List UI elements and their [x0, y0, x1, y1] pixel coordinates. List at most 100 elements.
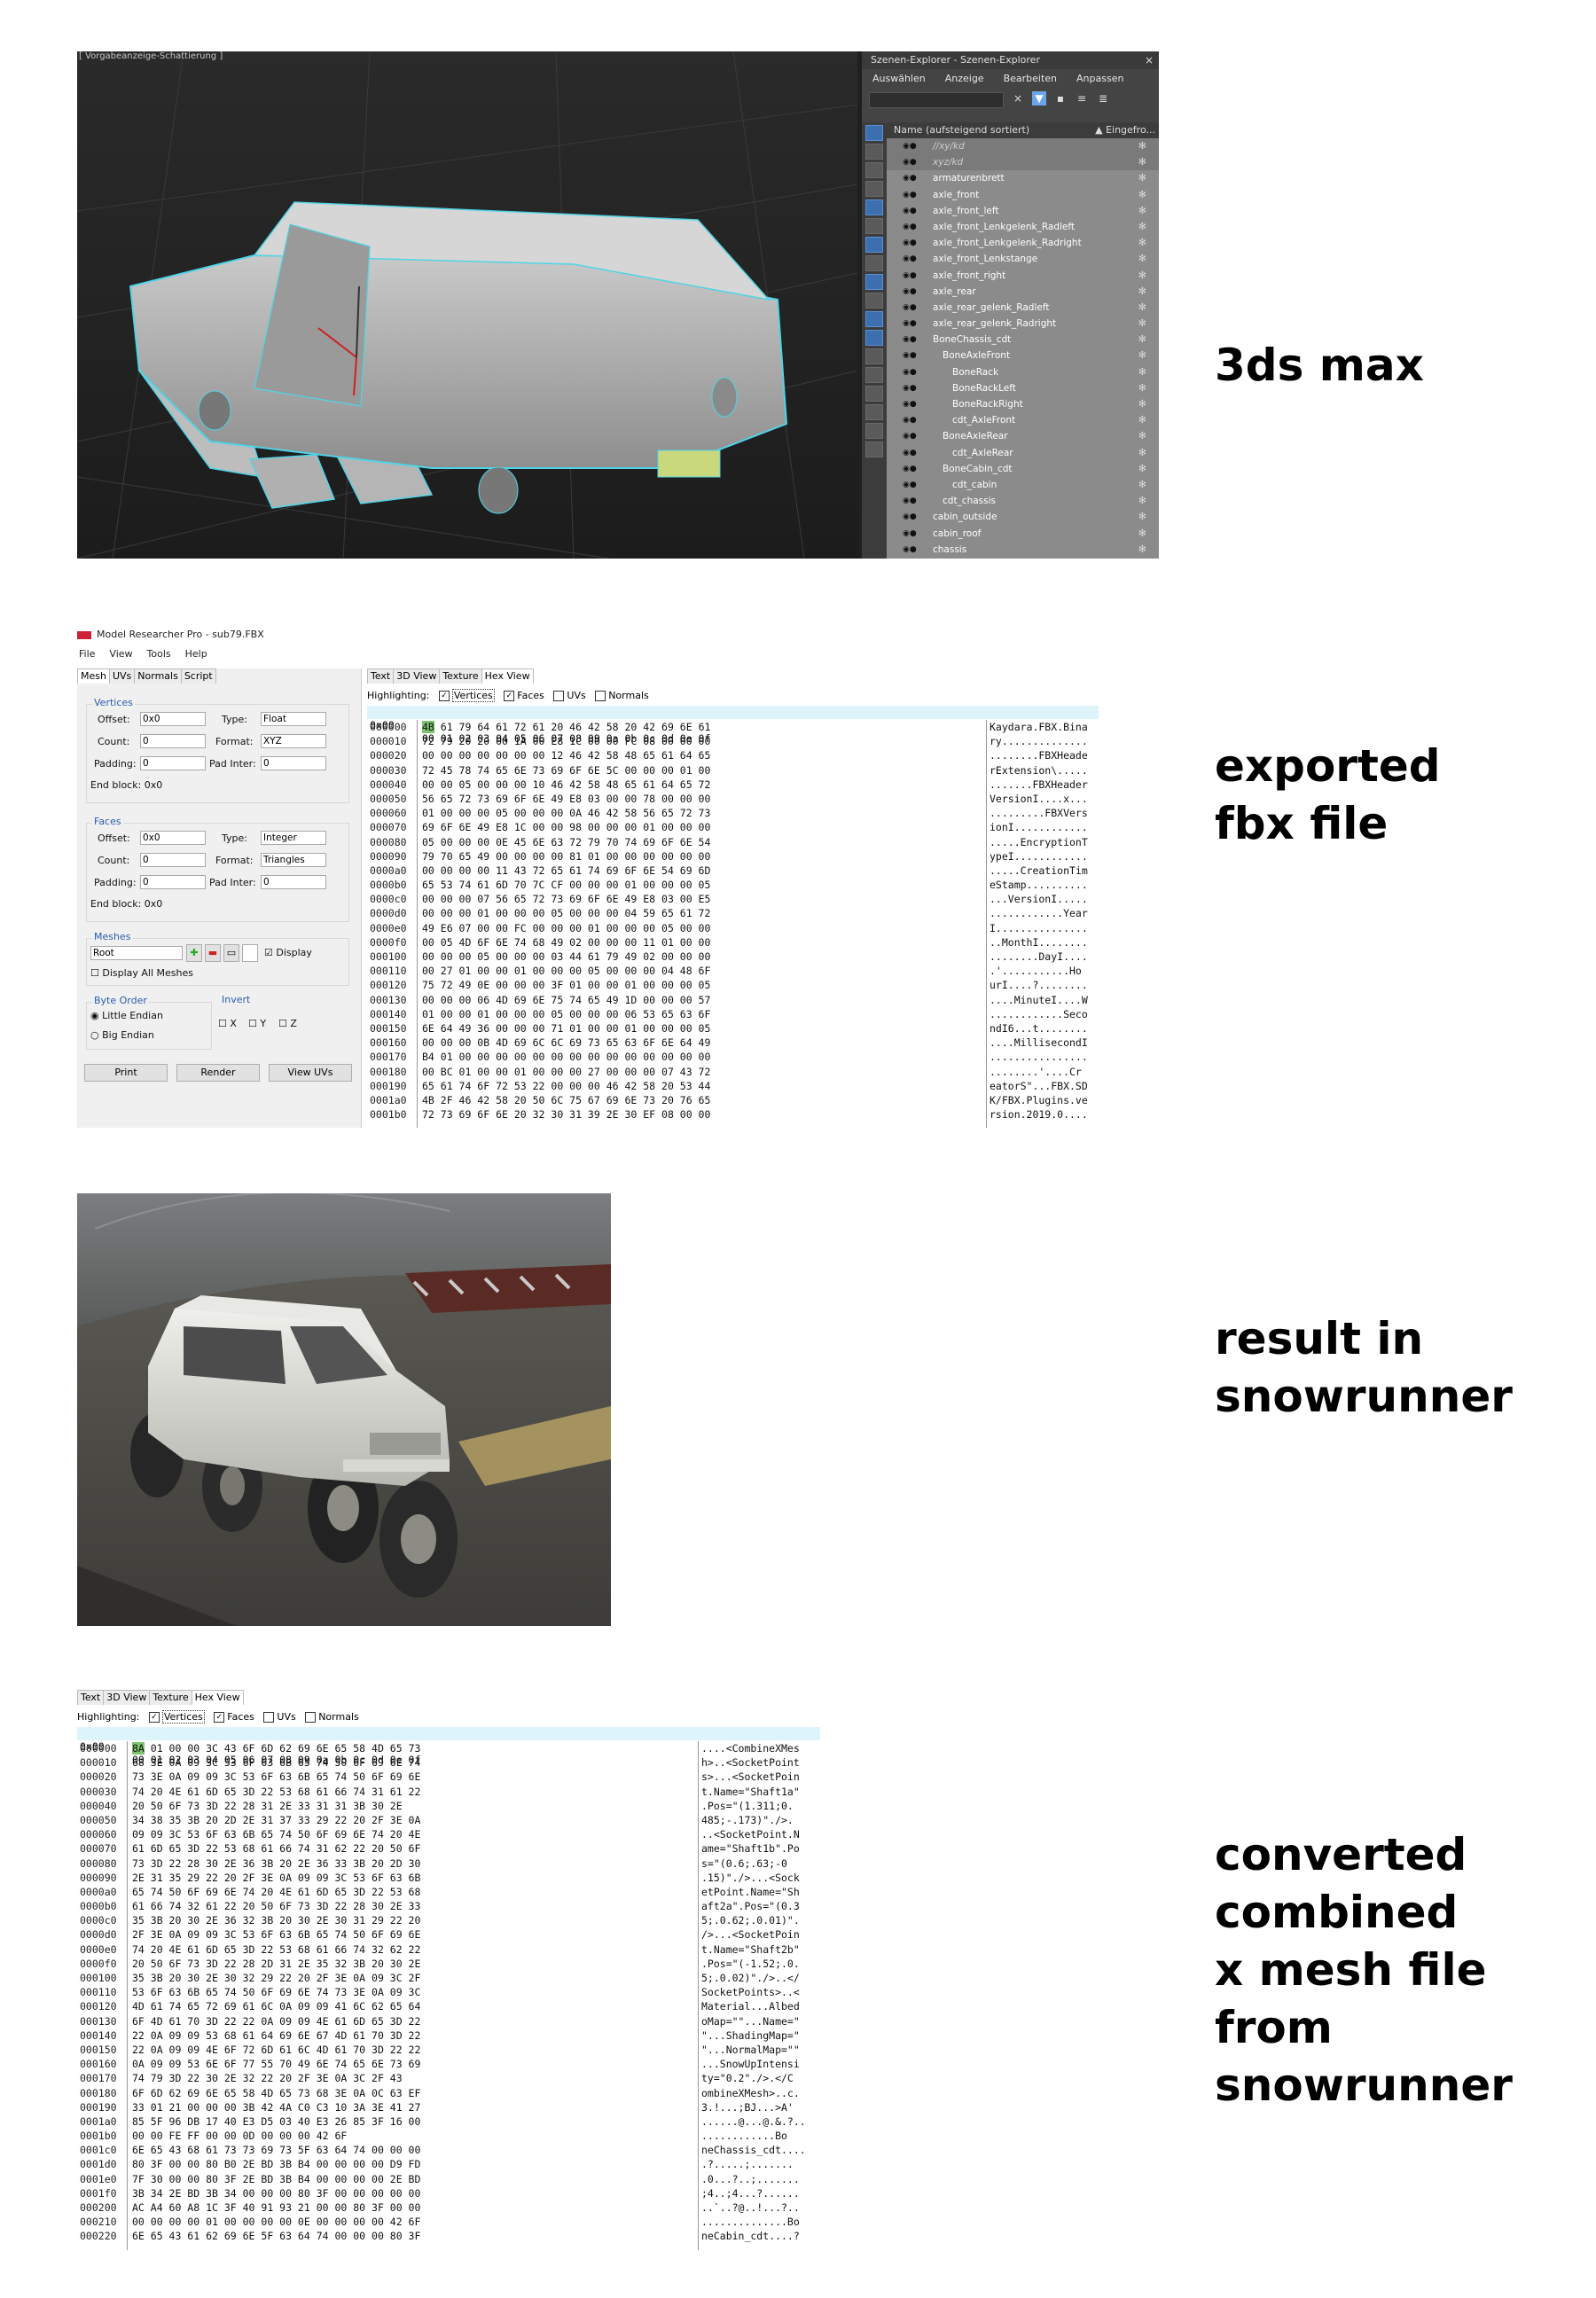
hex-ascii[interactable]: urI....?........ — [990, 978, 1088, 992]
hex-ascii[interactable]: SocketPoints>..< — [701, 1985, 800, 1999]
invert-filter-icon[interactable] — [865, 386, 883, 402]
hex-ascii[interactable]: 5;.0.62;.0.01)". — [701, 1913, 800, 1927]
scene-object-row[interactable]: ◉● axle_rear_gelenk_Radright ✻ — [887, 316, 1159, 332]
hex-bytes[interactable]: 73 3D 22 28 30 2E 36 3B 20 2E 36 33 3B 2… — [132, 1856, 420, 1871]
invert-y-checkbox[interactable]: ☐ Y — [248, 1018, 266, 1029]
menu-tools[interactable]: Tools — [147, 647, 171, 661]
edit-mesh-icon[interactable]: ▭ — [223, 944, 239, 962]
faces-offset-input[interactable]: 0x0 — [140, 831, 206, 845]
menu-bearbeiten[interactable]: Bearbeiten — [1004, 69, 1057, 89]
hex-bytes[interactable]: 00 BC 01 00 00 01 00 00 00 27 00 00 00 0… — [422, 1065, 710, 1079]
freeze-icon[interactable]: ✻ — [1138, 284, 1146, 300]
hex-ascii[interactable]: oMap=""...Name=" — [701, 2014, 800, 2028]
filter-icon[interactable]: ▼ — [1032, 91, 1046, 106]
freeze-icon[interactable]: ✻ — [1138, 428, 1146, 444]
hex-ascii[interactable]: ..............Bo — [701, 2215, 800, 2229]
clear-search-icon[interactable]: × — [1011, 91, 1025, 106]
freeze-icon[interactable]: ✻ — [1138, 348, 1146, 363]
hex-ascii[interactable]: .?.....;....... — [701, 2157, 794, 2171]
hex-ascii[interactable]: I............... — [990, 921, 1088, 935]
hex-ascii[interactable]: .0...?..;....... — [701, 2172, 800, 2186]
hex-bytes[interactable]: 09 09 3C 53 6F 63 6B 65 74 50 6F 69 6E 7… — [132, 1827, 420, 1841]
hex-bytes[interactable]: 01 00 00 01 00 00 00 05 00 00 00 06 53 6… — [422, 1007, 710, 1021]
scene-object-row[interactable]: ◉● BoneRack ✻ — [887, 364, 1159, 380]
hex-bytes[interactable]: 00 00 00 07 56 65 72 73 69 6F 6E 49 E8 0… — [422, 892, 710, 906]
hex-ascii[interactable]: s>...<SocketPoin — [701, 1770, 800, 1784]
hex-bytes[interactable]: 61 66 74 32 61 22 20 50 6F 73 3D 22 28 3… — [132, 1899, 420, 1913]
hex-bytes[interactable]: 20 50 6F 73 3D 22 28 31 2E 33 31 31 3B 3… — [132, 1799, 403, 1813]
scene-object-row[interactable]: ◉● cdt_cabin ✻ — [887, 477, 1159, 493]
hex-ascii[interactable]: ............Bo — [701, 2129, 787, 2143]
visibility-icon[interactable]: ◉● — [903, 251, 917, 267]
hex-ascii[interactable]: .........FBXVers — [990, 806, 1088, 820]
scene-object-row[interactable]: ◉● axle_front_Lenkgelenk_Radleft ✻ — [887, 219, 1159, 235]
freeze-icon[interactable]: ✻ — [1138, 251, 1146, 267]
visibility-icon[interactable]: ◉● — [903, 542, 917, 558]
scene-object-row[interactable]: ◉● BoneRackLeft ✻ — [887, 380, 1159, 396]
hex-bytes[interactable]: 61 6D 65 3D 22 53 68 61 66 74 31 62 22 2… — [132, 1841, 420, 1856]
camera-filter-icon[interactable] — [865, 181, 883, 197]
hex-bytes[interactable]: 73 3E 0A 09 09 3C 53 6F 63 6B 65 74 50 6… — [132, 1770, 420, 1784]
freeze-icon[interactable]: ✻ — [1138, 187, 1146, 203]
freeze-icon[interactable]: ✻ — [1138, 316, 1146, 332]
hex-ascii[interactable]: "...NormalMap="" — [701, 2043, 800, 2057]
freeze-icon[interactable]: ✻ — [1138, 493, 1146, 509]
hex-ascii[interactable]: .Pos="(-1.52;.0. — [701, 1957, 800, 1971]
faces-padding-input[interactable]: 0 — [140, 875, 206, 889]
freeze-icon[interactable]: ✻ — [1138, 477, 1146, 493]
visibility-icon[interactable]: ◉● — [903, 284, 917, 300]
spacewarp-filter-icon[interactable] — [865, 218, 883, 234]
vertices-checkbox[interactable]: ✓ — [438, 691, 450, 701]
hex-bytes[interactable]: 49 E6 07 00 00 FC 00 00 00 01 00 00 00 0… — [422, 921, 710, 935]
hierarchy-icon[interactable]: ≡ — [1075, 91, 1089, 106]
viewport-label[interactable]: [ Vorgabeanzeige-Schattierung ] — [79, 51, 223, 61]
visibility-icon[interactable]: ◉● — [903, 428, 917, 444]
faces-format-select[interactable]: Triangles — [261, 853, 326, 867]
color-swatch[interactable] — [242, 944, 258, 962]
hex-ascii[interactable]: s="(0.6;.63;-0 — [701, 1856, 787, 1871]
visibility-icon[interactable]: ◉● — [903, 219, 917, 235]
group-filter-icon[interactable] — [865, 237, 883, 253]
hex-bytes[interactable]: 00 27 01 00 00 01 00 00 00 05 00 00 00 0… — [422, 964, 710, 978]
scene-object-row[interactable]: ◉● axle_rear_gelenk_Radleft ✻ — [887, 300, 1159, 316]
tab-3d-view[interactable]: 3D View — [393, 668, 441, 684]
scene-object-row[interactable]: ◉● BoneChassis_cdt ✻ — [887, 332, 1159, 348]
hex-bytes[interactable]: 7F 30 00 00 80 3F 2E BD 3B B4 00 00 00 0… — [132, 2172, 420, 2186]
hex-bytes[interactable]: 80 3F 00 00 80 B0 2E BD 3B B4 00 00 00 0… — [132, 2157, 420, 2171]
hex-ascii[interactable]: .....EncryptionT — [990, 835, 1088, 849]
normals-checkbox[interactable] — [305, 1712, 317, 1723]
scene-object-row[interactable]: ◉● cdt_AxleFront ✻ — [887, 412, 1159, 428]
scene-object-row[interactable]: ◉● axle_rear ✻ — [887, 284, 1159, 300]
vertices-offset-input[interactable]: 0x0 — [140, 712, 206, 726]
hidden-filter-icon[interactable] — [865, 330, 883, 346]
selected-byte[interactable]: 4B — [422, 721, 434, 733]
hex-bytes[interactable]: 22 0A 09 09 4E 6F 72 6D 61 6C 4D 61 70 3… — [132, 2043, 420, 2057]
uvs-checkbox[interactable] — [263, 1712, 275, 1723]
hex-bytes[interactable]: 00 05 4D 6F 6E 74 68 49 02 00 00 00 11 0… — [422, 935, 710, 950]
vertices-padinter-input[interactable]: 0 — [261, 756, 326, 770]
hex-ascii[interactable]: Material...Albed — [701, 1999, 800, 2013]
hex-bytes[interactable]: 3B 34 2E BD 3B 34 00 00 00 80 3F 00 00 0… — [132, 2186, 420, 2200]
print-button[interactable]: Print — [84, 1064, 168, 1082]
hex-bytes[interactable]: 69 6F 6E 49 E8 1C 00 00 98 00 00 00 01 0… — [422, 820, 710, 834]
hex-ascii[interactable]: ......@...@.&.?.. — [701, 2114, 806, 2129]
hex-ascii[interactable]: 485;-.173)"./>. — [701, 1813, 794, 1827]
scene-object-row[interactable]: ◉● BoneAxleRear ✻ — [887, 428, 1159, 444]
lock-icon[interactable]: ▪ — [1053, 91, 1068, 106]
hex-bytes[interactable]: 74 20 4E 61 6D 65 3D 22 53 68 61 66 74 3… — [132, 1785, 420, 1799]
bone-filter-icon[interactable] — [865, 274, 883, 290]
scene-object-row[interactable]: ◉● armaturenbrett ✻ — [887, 170, 1159, 186]
scene-object-row[interactable]: ◉● axle_front_left ✻ — [887, 203, 1159, 219]
hex-ascii[interactable]: ;4..;4...?...... — [701, 2186, 800, 2200]
hex-ascii[interactable]: eatorS"...FBX.SD — [990, 1079, 1088, 1093]
hex-bytes[interactable]: 4D 61 74 65 72 69 61 6C 0A 09 09 41 6C 6… — [132, 1999, 420, 2013]
helper-filter-icon[interactable] — [865, 199, 883, 215]
tab-text[interactable]: Text — [77, 1690, 105, 1705]
hex-bytes[interactable]: 75 72 49 0E 00 00 00 3F 01 00 00 01 00 0… — [422, 978, 710, 992]
vertices-padding-input[interactable]: 0 — [140, 756, 206, 770]
hex-bytes[interactable]: B4 01 00 00 00 00 00 00 00 00 00 00 00 0… — [422, 1050, 710, 1064]
freeze-icon[interactable]: ✻ — [1138, 364, 1146, 380]
hex-bytes[interactable]: 2E 31 35 29 22 20 2F 3E 0A 09 09 3C 53 6… — [132, 1871, 420, 1885]
visibility-icon[interactable]: ◉● — [903, 187, 917, 203]
tab-3d-view[interactable]: 3D View — [103, 1690, 151, 1705]
